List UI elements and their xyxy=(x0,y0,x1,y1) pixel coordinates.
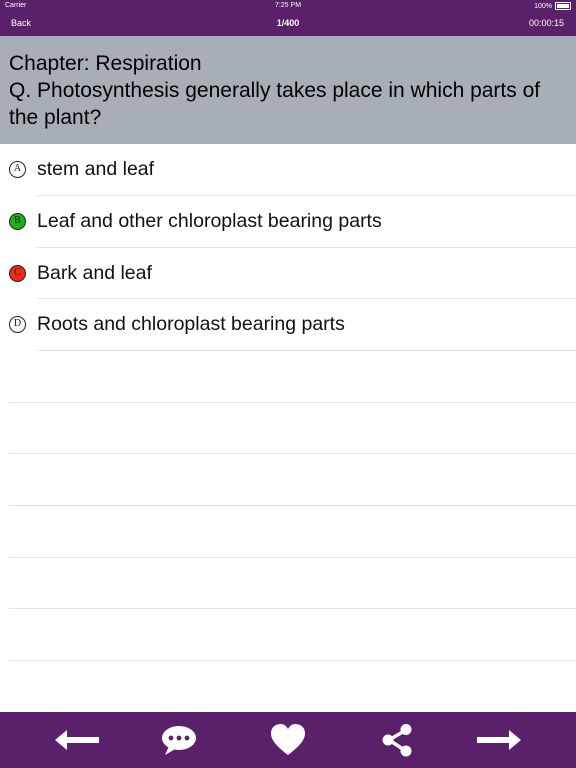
option-c[interactable]: C Bark and leaf xyxy=(0,248,576,300)
status-time: 7:25 PM xyxy=(274,2,302,9)
nav-row: Back 1/400 00:00:15 xyxy=(0,14,576,34)
option-a[interactable]: A stem and leaf xyxy=(0,144,576,196)
option-d-badge: D xyxy=(9,316,26,334)
option-a-text: stem and leaf xyxy=(37,158,155,180)
divider xyxy=(9,660,576,662)
option-b-badge: B xyxy=(9,212,26,230)
empty-row xyxy=(0,351,576,403)
option-c-text: Bark and leaf xyxy=(37,261,152,284)
top-navigation-bar: Carrier 7:25 PM 100% Back 1/400 00:00:15 xyxy=(0,0,576,36)
option-b-text: Leaf and other chloroplast bearing parts xyxy=(37,209,382,232)
empty-row xyxy=(0,454,576,507)
chapter-title: Chapter: Respiration xyxy=(9,52,202,75)
status-bar: Carrier 7:25 PM 100% xyxy=(0,0,576,11)
comment-icon[interactable] xyxy=(155,723,203,757)
battery-percent: 100% xyxy=(534,2,552,10)
option-d-text: Roots and chloroplast bearing parts xyxy=(37,313,345,336)
empty-row xyxy=(0,558,576,610)
option-b[interactable]: B Leaf and other chloroplast bearing par… xyxy=(0,196,576,248)
answer-options: A stem and leaf B Leaf and other chlorop… xyxy=(0,144,576,352)
question-counter: 1/400 xyxy=(276,18,300,28)
option-a-badge: A xyxy=(9,161,26,178)
option-c-badge: C xyxy=(9,264,26,282)
option-d[interactable]: D Roots and chloroplast bearing parts xyxy=(0,299,576,352)
share-icon[interactable] xyxy=(373,723,421,757)
empty-row xyxy=(0,403,576,455)
arrow-right-icon[interactable] xyxy=(475,723,523,757)
bottom-toolbar xyxy=(0,712,576,768)
question-text: Q. Photosynthesis generally takes place … xyxy=(9,79,541,129)
battery-indicator: 100% xyxy=(534,2,571,10)
heart-icon[interactable] xyxy=(264,723,312,757)
empty-list-rows xyxy=(0,351,576,662)
quiz-timer: 00:00:15 xyxy=(528,18,564,28)
empty-row xyxy=(0,609,576,662)
empty-row xyxy=(0,506,576,558)
question-panel: Chapter: Respiration Q. Photosynthesis g… xyxy=(0,36,576,144)
battery-icon xyxy=(555,2,571,10)
arrow-left-icon[interactable] xyxy=(53,723,101,757)
